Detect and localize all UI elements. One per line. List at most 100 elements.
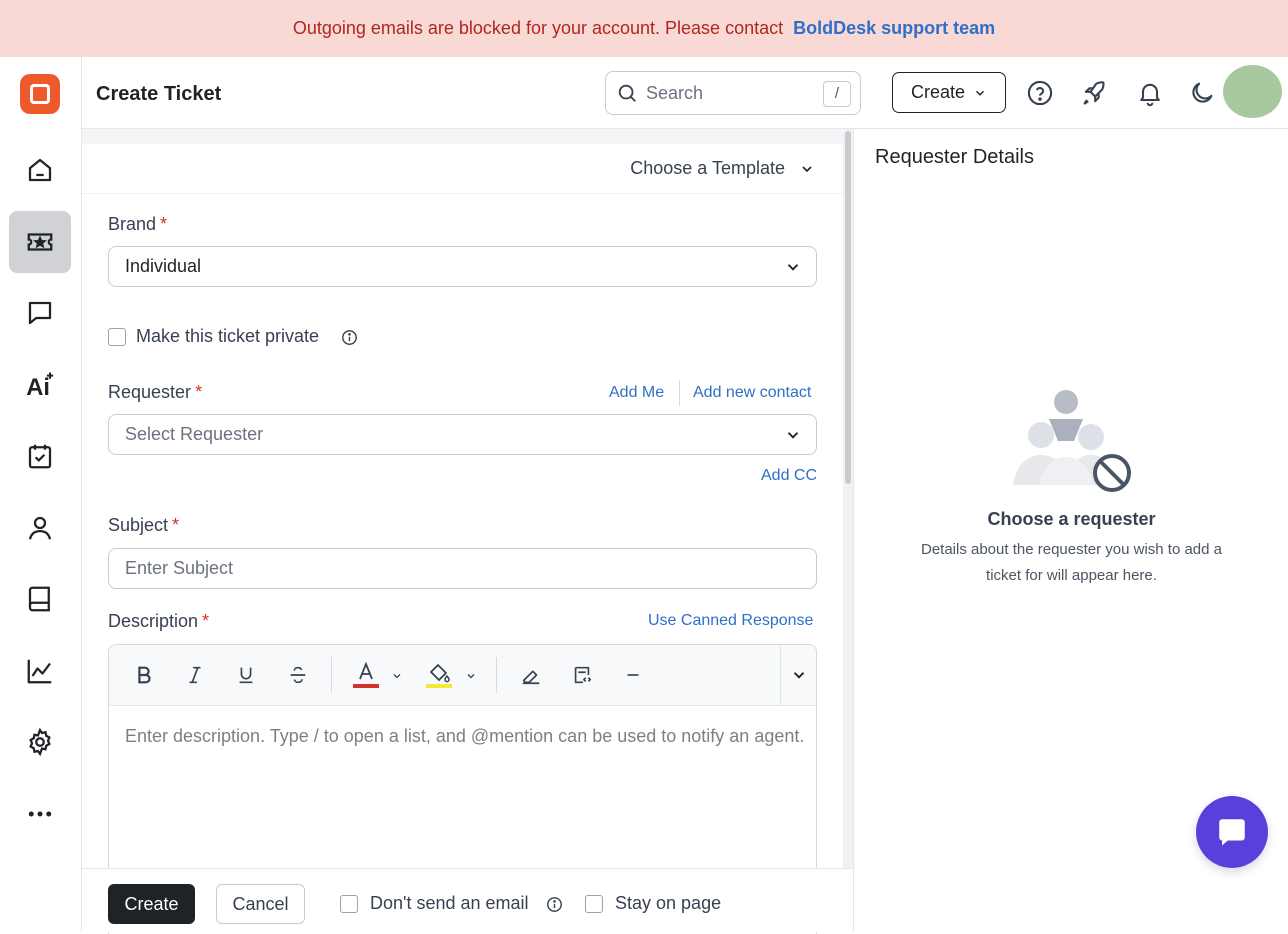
brand-value: Individual [125,256,202,276]
private-ticket-checkbox[interactable] [108,328,126,346]
chevron-down-icon[interactable] [391,670,403,682]
info-icon[interactable] [546,896,563,913]
strikethrough-button[interactable] [284,661,312,689]
requester-select[interactable]: Select Requester [108,414,817,455]
chat-icon [28,301,52,325]
sidebar-item-settings[interactable] [9,711,71,773]
sidebar-item-tasks[interactable] [9,425,71,487]
requester-placeholder: Select Requester [125,424,264,444]
info-icon[interactable] [341,329,358,346]
brand-label: Brand * [108,214,168,234]
underline-button[interactable] [232,661,260,689]
user-avatar[interactable] [1223,65,1282,118]
chevron-down-icon [802,165,812,172]
stay-on-page-label: Stay on page [615,893,722,913]
home-icon [28,158,52,182]
left-nav-rail: Ai [0,57,82,932]
sidebar-item-ai[interactable]: Ai [9,354,71,416]
font-color-icon [353,661,379,688]
insert-code-button[interactable] [568,661,596,689]
create-ticket-button[interactable]: Create [108,884,195,924]
rocket-icon[interactable] [1080,79,1108,107]
moon-icon[interactable] [1188,79,1216,107]
editor-toolbar [109,645,816,706]
create-button-label: Create [910,82,966,102]
horizontal-line-icon [627,674,639,676]
chevron-down-icon [787,264,799,271]
search-shortcut-key: / [823,81,851,107]
calendar-check-icon [28,444,52,469]
add-me-link[interactable]: Add Me [609,384,664,402]
ticket-form-area: Choose a Template Brand * Individual Make… [82,129,853,934]
sidebar-item-chat[interactable] [9,282,71,344]
search-input[interactable]: Search / [605,71,861,115]
choose-requester-description: Details about the requester you wish to … [920,541,1223,584]
bell-icon[interactable] [1136,79,1164,107]
create-button[interactable]: Create [892,72,1006,113]
bolddesk-logo[interactable] [20,74,60,114]
search-icon [618,84,636,102]
chat-widget-button[interactable] [1196,796,1268,868]
highlight-color-button[interactable] [425,661,453,689]
subject-input[interactable]: Enter Subject [108,548,817,589]
bold-icon [138,666,151,684]
chevron-down-icon[interactable] [465,670,477,682]
svg-text:Ai: Ai [26,374,50,400]
scrollbar-thumb[interactable] [845,131,851,484]
book-icon [28,586,50,612]
choose-requester-title: Choose a requester [987,509,1156,529]
sidebar-item-more[interactable] [9,783,71,845]
paint-bucket-icon [426,664,452,688]
chevron-down-icon [793,672,805,679]
clear-format-button[interactable] [517,661,545,689]
toolbar-separator [496,657,497,693]
top-header: Create Ticket Search / Create [82,57,1288,129]
description-placeholder: Enter description. Type / to open a list… [125,726,805,746]
sidebar-item-knowledge-base[interactable] [9,568,71,630]
add-cc-link[interactable]: Add CC [761,467,817,485]
more-icon [28,811,52,817]
help-icon[interactable] [1026,79,1054,107]
canned-response-link[interactable]: Use Canned Response [648,612,813,630]
chevron-down-icon [787,432,799,439]
dont-send-email-label: Don't send an email [370,893,529,913]
dont-send-email-checkbox[interactable] [340,895,358,913]
italic-button[interactable] [181,661,209,689]
more-toolbar-button[interactable] [785,661,813,689]
requester-label: Requester * [108,382,203,402]
account-warning-banner: Outgoing emails are blocked for your acc… [0,0,1288,57]
strikethrough-icon [290,666,306,684]
chevron-down-icon [976,90,985,96]
no-requester-illustration-icon [1013,390,1131,492]
form-scrollbar[interactable] [843,129,853,932]
subject-label: Subject * [108,515,180,535]
horizontal-line-button[interactable] [619,661,647,689]
sidebar-item-tickets[interactable] [9,211,71,273]
stay-on-page-checkbox[interactable] [585,895,603,913]
font-color-button[interactable] [352,661,380,689]
add-new-contact-link[interactable]: Add new contact [693,384,811,402]
gear-icon [29,727,51,757]
brand-select[interactable]: Individual [108,246,817,287]
sidebar-item-contacts[interactable] [9,497,71,559]
person-icon [28,516,52,540]
underline-icon [239,667,253,684]
choose-template-dropdown[interactable]: Choose a Template [630,158,815,179]
choose-template-label: Choose a Template [630,158,785,178]
bold-button[interactable] [130,661,158,689]
cancel-button[interactable]: Cancel [216,884,305,924]
requester-details-title: Requester Details [875,146,1034,168]
description-label: Description * [108,611,210,631]
banner-message: Outgoing emails are blocked for your acc… [292,18,784,38]
eraser-icon [522,670,540,685]
private-ticket-label: Make this ticket private [136,326,320,346]
ai-icon: Ai [26,372,54,400]
support-team-link[interactable]: BoldDesk support team [793,18,995,39]
sidebar-item-home[interactable] [9,139,71,201]
sidebar-item-reports[interactable] [9,640,71,702]
page-title: Create Ticket [96,83,222,105]
chart-icon [27,659,52,684]
link-divider [679,380,680,406]
code-snippet-icon [574,666,592,684]
toolbar-separator [331,657,332,693]
